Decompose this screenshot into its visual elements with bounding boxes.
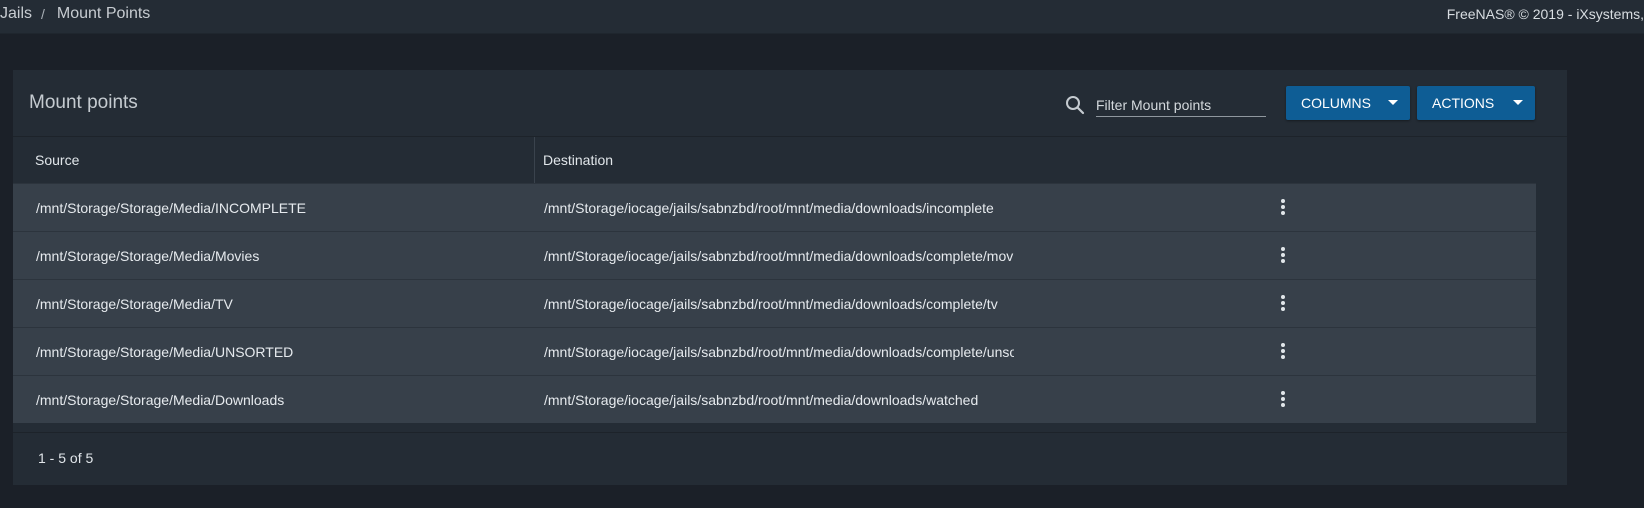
cell-destination: /mnt/Storage/iocage/jails/sabnzbd/root/m… <box>544 344 1014 360</box>
column-divider[interactable] <box>534 137 535 183</box>
mount-points-card: Mount points COLUMNS ACTIONS Source Dest… <box>13 70 1567 485</box>
column-header-destination[interactable]: Destination <box>543 152 613 168</box>
actions-button[interactable]: ACTIONS <box>1417 86 1535 120</box>
top-bar: Jails / Mount Points FreeNAS® © 2019 - i… <box>0 0 1644 34</box>
table-row[interactable]: /mnt/Storage/Storage/Media/Movies /mnt/S… <box>13 231 1536 279</box>
cell-destination: /mnt/Storage/iocage/jails/sabnzbd/root/m… <box>544 200 994 216</box>
cell-source: /mnt/Storage/Storage/Media/INCOMPLETE <box>36 200 306 216</box>
card-title: Mount points <box>29 92 138 113</box>
table-row[interactable]: /mnt/Storage/Storage/Media/Downloads /mn… <box>13 375 1536 423</box>
columns-button[interactable]: COLUMNS <box>1286 86 1410 120</box>
more-vert-icon[interactable] <box>1276 292 1290 314</box>
table-header: Source Destination <box>13 137 1567 183</box>
more-vert-icon[interactable] <box>1276 196 1290 218</box>
caret-down-icon <box>1388 100 1398 105</box>
breadcrumb: Jails / Mount Points <box>0 5 150 23</box>
more-vert-icon[interactable] <box>1276 388 1290 410</box>
cell-destination: /mnt/Storage/iocage/jails/sabnzbd/root/m… <box>544 392 979 408</box>
breadcrumb-separator: / <box>41 6 45 22</box>
column-header-source[interactable]: Source <box>35 152 79 168</box>
table-body: /mnt/Storage/Storage/Media/INCOMPLETE /m… <box>13 183 1536 423</box>
breadcrumb-item-mount-points: Mount Points <box>56 5 151 22</box>
cell-destination: /mnt/Storage/iocage/jails/sabnzbd/root/m… <box>544 296 998 312</box>
filter-input[interactable] <box>1096 94 1266 117</box>
table-row[interactable]: /mnt/Storage/Storage/Media/INCOMPLETE /m… <box>13 183 1536 231</box>
more-vert-icon[interactable] <box>1276 340 1290 362</box>
filter-search <box>1065 94 1270 118</box>
table-row[interactable]: /mnt/Storage/Storage/Media/TV /mnt/Stora… <box>13 279 1536 327</box>
columns-button-label: COLUMNS <box>1301 95 1372 111</box>
table-row[interactable]: /mnt/Storage/Storage/Media/UNSORTED /mnt… <box>13 327 1536 375</box>
more-vert-icon[interactable] <box>1276 244 1290 266</box>
caret-down-icon <box>1513 100 1523 105</box>
cell-source: /mnt/Storage/Storage/Media/TV <box>36 296 233 312</box>
actions-button-label: ACTIONS <box>1432 95 1495 111</box>
search-icon[interactable] <box>1065 95 1085 115</box>
cell-source: /mnt/Storage/Storage/Media/Movies <box>36 248 260 264</box>
card-header: Mount points COLUMNS ACTIONS <box>13 70 1567 137</box>
cell-destination: /mnt/Storage/iocage/jails/sabnzbd/root/m… <box>544 248 1014 264</box>
table-footer: 1 - 5 of 5 <box>13 432 1567 485</box>
copyright-text: FreeNAS® © 2019 - iXsystems, <box>1446 6 1644 22</box>
cell-source: /mnt/Storage/Storage/Media/UNSORTED <box>36 344 294 360</box>
pagination-range-label: 1 - 5 of 5 <box>38 450 94 466</box>
breadcrumb-item-jails[interactable]: Jails <box>0 5 32 23</box>
cell-source: /mnt/Storage/Storage/Media/Downloads <box>36 392 285 408</box>
